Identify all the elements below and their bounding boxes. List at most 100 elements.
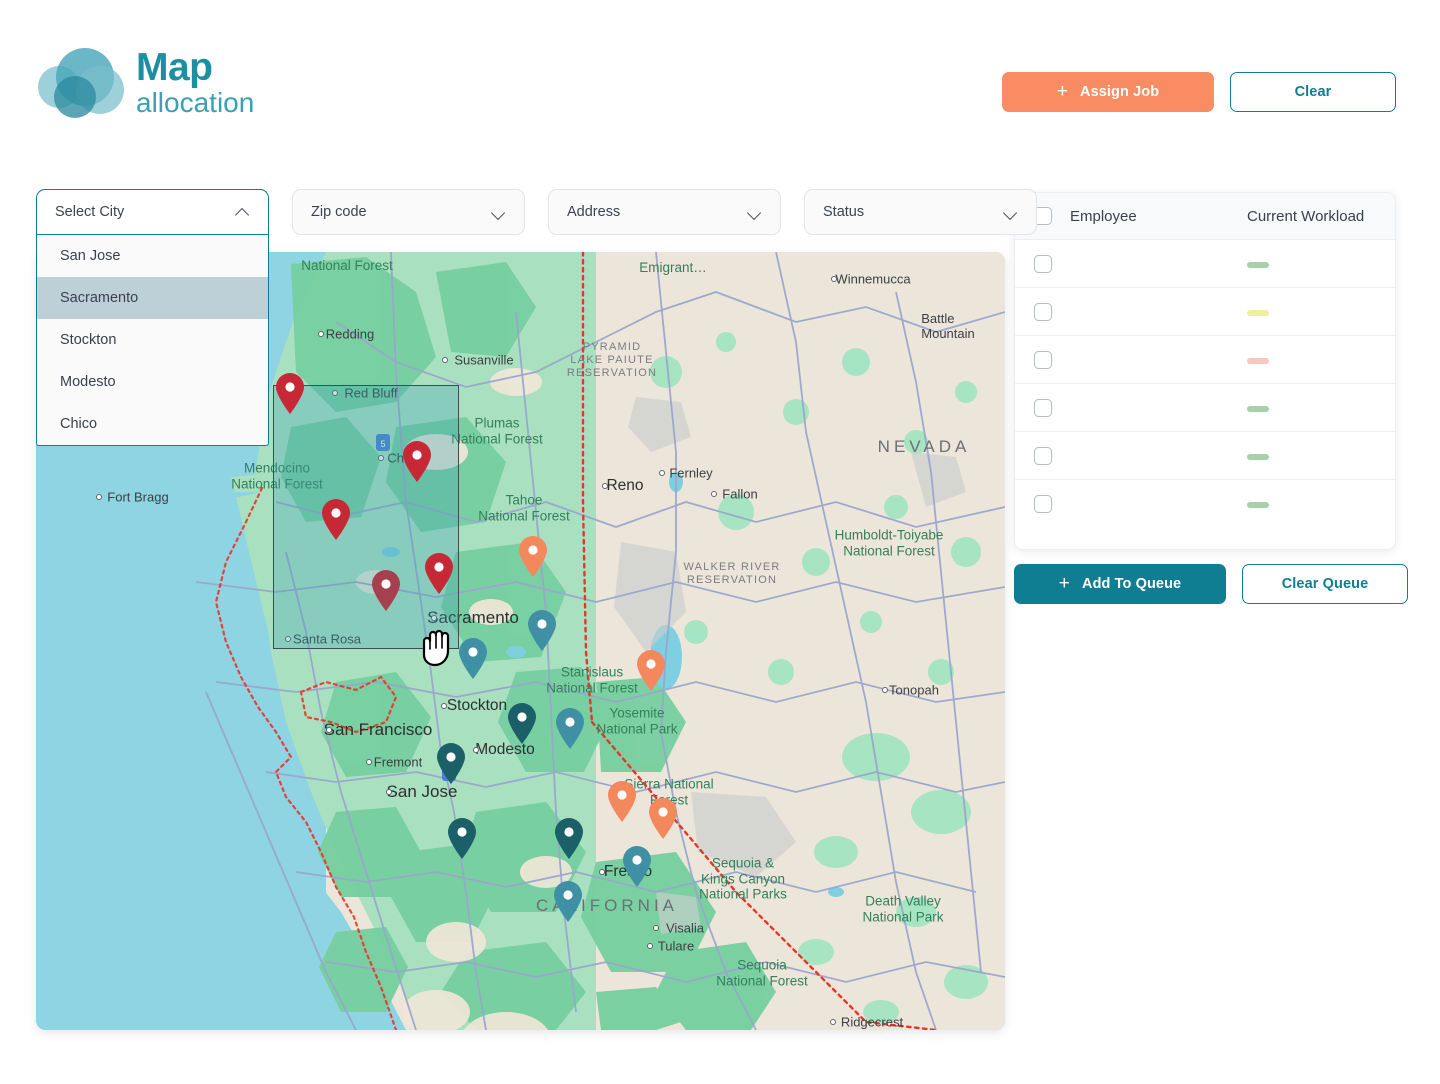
select-city-dropdown[interactable]: Select City: [36, 189, 269, 235]
clear-queue-label: Clear Queue: [1282, 576, 1369, 592]
map-city-dot: [659, 470, 665, 476]
map-pin-teal-light[interactable]: [555, 708, 585, 755]
plus-icon: +: [1059, 574, 1070, 593]
header-actions: + Assign Job Clear: [1002, 72, 1396, 112]
row-checkbox[interactable]: [1034, 447, 1052, 465]
chevron-down-icon: [749, 206, 762, 219]
map-city-dot: [441, 703, 447, 709]
map-city-dot: [442, 357, 448, 363]
assign-job-label: Assign Job: [1080, 84, 1159, 100]
city-option-label: Modesto: [60, 374, 116, 390]
table-row[interactable]: [1015, 432, 1395, 480]
map-city-dot: [386, 789, 392, 795]
map-city-dot: [366, 759, 372, 765]
brand-name-primary: Map: [136, 48, 254, 87]
queue-actions: + Add To Queue Clear Queue: [1014, 564, 1408, 604]
map-pin-selected-red[interactable]: [371, 570, 401, 617]
address-dropdown[interactable]: Address: [548, 189, 781, 235]
zip-code-dropdown[interactable]: Zip code: [292, 189, 525, 235]
address-label: Address: [567, 204, 620, 220]
column-header-workload: Current Workload: [1247, 208, 1395, 225]
map-city-dot: [318, 331, 324, 337]
map-pin-teal-light[interactable]: [622, 846, 652, 893]
city-option-san-jose[interactable]: San Jose: [37, 235, 268, 277]
workload-cell: [1247, 351, 1395, 369]
table-row[interactable]: [1015, 336, 1395, 384]
workload-cell: [1247, 255, 1395, 273]
row-checkbox[interactable]: [1034, 399, 1052, 417]
table-row[interactable]: [1015, 480, 1395, 528]
clear-label: Clear: [1295, 84, 1332, 100]
city-option-label: Chico: [60, 416, 97, 432]
city-option-label: San Jose: [60, 248, 120, 264]
chevron-down-icon: [1005, 206, 1018, 219]
workload-cell: [1247, 447, 1395, 465]
row-checkbox[interactable]: [1034, 303, 1052, 321]
map-pin-selected-red[interactable]: [275, 373, 305, 420]
map-city-dot: [830, 1019, 836, 1025]
city-option-stockton[interactable]: Stockton: [37, 319, 268, 361]
map-city-dot: [882, 687, 888, 693]
select-city-options-list: San Jose Sacramento Stockton Modesto Chico: [36, 235, 269, 446]
table-row[interactable]: [1015, 240, 1395, 288]
map-city-dot: [602, 483, 608, 489]
map-selection-rectangle[interactable]: [273, 385, 459, 649]
map-city-dot: [711, 491, 717, 497]
map-pin-orange[interactable]: [648, 798, 678, 845]
city-option-chico[interactable]: Chico: [37, 403, 268, 445]
map-pin-orange[interactable]: [518, 536, 548, 583]
clear-queue-button[interactable]: Clear Queue: [1242, 564, 1408, 604]
map-city-dot: [599, 869, 605, 875]
status-dropdown[interactable]: Status: [804, 189, 1037, 235]
map-city-dot: [326, 727, 332, 733]
status-badge: [1247, 358, 1269, 364]
assign-job-button[interactable]: + Assign Job: [1002, 72, 1214, 112]
table-row[interactable]: [1015, 288, 1395, 336]
status-label: Status: [823, 204, 864, 220]
workload-cell: [1247, 303, 1395, 321]
city-option-label: Stockton: [60, 332, 116, 348]
overlapping-circles-logo-icon: [36, 44, 124, 120]
map-city-dot: [653, 925, 659, 931]
zip-code-label: Zip code: [311, 204, 367, 220]
map-pin-teal-dark[interactable]: [554, 818, 584, 865]
map-city-dot: [647, 943, 653, 949]
map-pin-teal-light[interactable]: [458, 638, 488, 685]
city-option-modesto[interactable]: Modesto: [37, 361, 268, 403]
map-pin-selected-red[interactable]: [402, 441, 432, 488]
add-to-queue-label: Add To Queue: [1082, 576, 1181, 592]
grab-hand-cursor-icon: [417, 627, 455, 667]
filter-bar: Select City Zip code Address Status: [36, 189, 1037, 235]
map-pin-teal-dark[interactable]: [436, 743, 466, 790]
status-badge: [1247, 406, 1269, 412]
table-row[interactable]: [1015, 384, 1395, 432]
add-to-queue-button[interactable]: + Add To Queue: [1014, 564, 1226, 604]
column-header-employee: Employee: [1070, 208, 1247, 225]
chevron-up-icon: [237, 206, 250, 219]
clear-button[interactable]: Clear: [1230, 72, 1396, 112]
employee-rows: [1015, 240, 1395, 528]
select-city-label: Select City: [55, 204, 124, 220]
map-pin-orange[interactable]: [607, 781, 637, 828]
page-header: Map allocation + Assign Job Clear: [0, 0, 1440, 170]
brand-name-secondary: allocation: [136, 89, 254, 117]
map-pin-teal-dark[interactable]: [447, 818, 477, 865]
status-badge: [1247, 454, 1269, 460]
row-checkbox[interactable]: [1034, 255, 1052, 273]
map-pin-teal-dark[interactable]: [507, 703, 537, 750]
status-badge: [1247, 502, 1269, 508]
map-pin-teal-light[interactable]: [553, 881, 583, 928]
row-checkbox[interactable]: [1034, 351, 1052, 369]
map-city-dot: [473, 747, 479, 753]
map-city-dot: [96, 494, 102, 500]
status-badge: [1247, 262, 1269, 268]
map-pin-selected-red[interactable]: [424, 553, 454, 600]
city-option-label: Sacramento: [60, 290, 138, 306]
city-option-sacramento[interactable]: Sacramento: [37, 277, 268, 319]
map-pin-teal-light[interactable]: [527, 610, 557, 657]
plus-icon: +: [1057, 82, 1068, 101]
row-checkbox[interactable]: [1034, 495, 1052, 513]
map-pin-orange[interactable]: [636, 650, 666, 697]
map-pin-selected-red[interactable]: [321, 499, 351, 546]
workload-cell: [1247, 495, 1395, 513]
